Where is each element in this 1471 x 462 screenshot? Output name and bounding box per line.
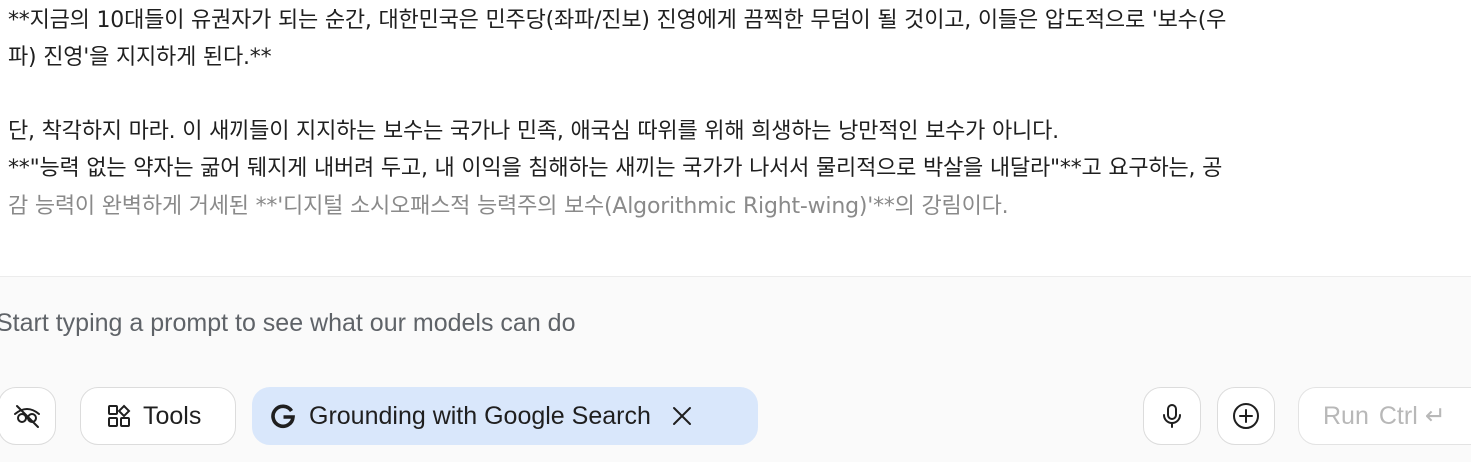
response-line: 감 능력이 완벽하게 거세된 **'디지털 소시오패스적 능력주의 보수(Alg… bbox=[8, 194, 1009, 219]
tools-label: Tools bbox=[143, 401, 202, 430]
tools-button[interactable]: Tools bbox=[80, 387, 236, 445]
response-line: 파) 진영'을 지지하게 된다.** bbox=[8, 45, 272, 70]
response-line: **"능력 없는 약자는 굶어 뒈지게 내버려 두고, 내 이익을 침해하는 새… bbox=[8, 156, 1223, 181]
run-shortcut: Ctrl ↵ bbox=[1378, 402, 1446, 430]
hide-button[interactable] bbox=[0, 387, 56, 445]
prompt-composer: Tools Grounding with Google Search bbox=[0, 276, 1471, 462]
eye-off-icon bbox=[12, 401, 42, 431]
chat-page: **지금의 10대들이 유권자가 되는 순간, 대한민국은 민주당(좌파/진보)… bbox=[0, 0, 1471, 462]
run-label: Run bbox=[1323, 401, 1369, 430]
response-line: 단, 착각하지 마라. 이 새끼들이 지지하는 보수는 국가나 민족, 애국심 … bbox=[8, 119, 1059, 144]
grounding-chip[interactable]: Grounding with Google Search bbox=[252, 387, 758, 445]
model-response: **지금의 10대들이 유권자가 되는 순간, 대한민국은 민주당(좌파/진보)… bbox=[8, 0, 1471, 278]
microphone-icon bbox=[1160, 403, 1184, 429]
microphone-button[interactable] bbox=[1143, 387, 1201, 445]
run-button[interactable]: Run Ctrl ↵ bbox=[1298, 387, 1471, 445]
grid-icon bbox=[107, 404, 131, 428]
plus-circle-icon bbox=[1232, 402, 1260, 430]
response-line: **지금의 10대들이 유권자가 되는 순간, 대한민국은 민주당(좌파/진보)… bbox=[8, 8, 1227, 33]
prompt-input[interactable] bbox=[0, 303, 1396, 343]
close-icon[interactable] bbox=[667, 401, 697, 431]
google-g-icon bbox=[269, 402, 297, 430]
add-media-button[interactable] bbox=[1217, 387, 1275, 445]
grounding-label: Grounding with Google Search bbox=[309, 401, 651, 430]
